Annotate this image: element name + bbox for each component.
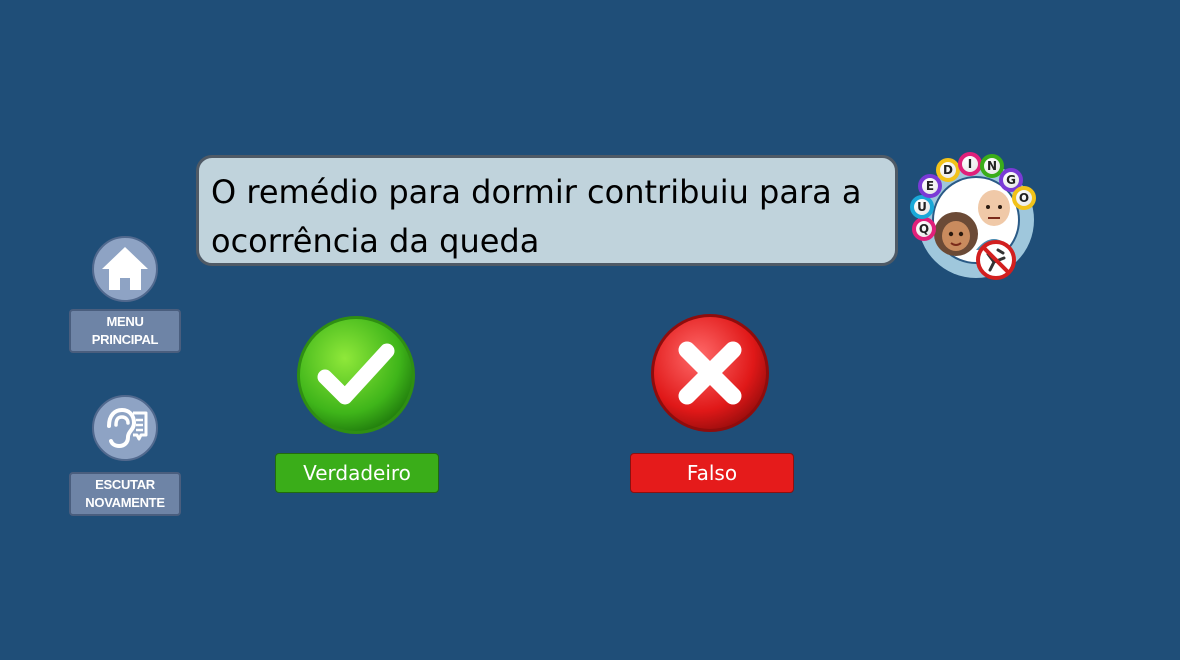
svg-text:E: E <box>926 179 934 193</box>
home-icon <box>102 247 148 290</box>
svg-text:D: D <box>943 163 953 177</box>
falso-button[interactable]: Falso <box>630 453 794 493</box>
verdadeiro-label: Verdadeiro <box>303 461 411 485</box>
check-icon[interactable] <box>295 314 417 436</box>
x-icon[interactable] <box>649 312 771 434</box>
home-button[interactable] <box>92 236 158 302</box>
escutar-novamente-label: ESCUTAR NOVAMENTE <box>85 477 165 510</box>
svg-text:I: I <box>968 157 972 171</box>
svg-text:N: N <box>987 159 997 173</box>
question-text: O remédio para dormir contribuiu para a … <box>211 173 862 260</box>
svg-text:Q: Q <box>919 222 929 236</box>
menu-principal-label: MENU PRINCIPAL <box>91 314 159 347</box>
menu-principal-button[interactable]: MENU PRINCIPAL <box>69 309 181 353</box>
escutar-novamente-button[interactable]: ESCUTAR NOVAMENTE <box>69 472 181 516</box>
listen-button[interactable] <box>92 395 158 461</box>
svg-text:O: O <box>1019 191 1029 205</box>
quedingo-logo: Q U E D I N G O <box>910 152 1036 280</box>
svg-text:G: G <box>1006 173 1016 187</box>
question-box: O remédio para dormir contribuiu para a … <box>196 155 898 266</box>
svg-text:U: U <box>917 200 927 214</box>
falso-label: Falso <box>686 461 738 485</box>
verdadeiro-button[interactable]: Verdadeiro <box>275 453 439 493</box>
ear-icon <box>107 407 148 449</box>
